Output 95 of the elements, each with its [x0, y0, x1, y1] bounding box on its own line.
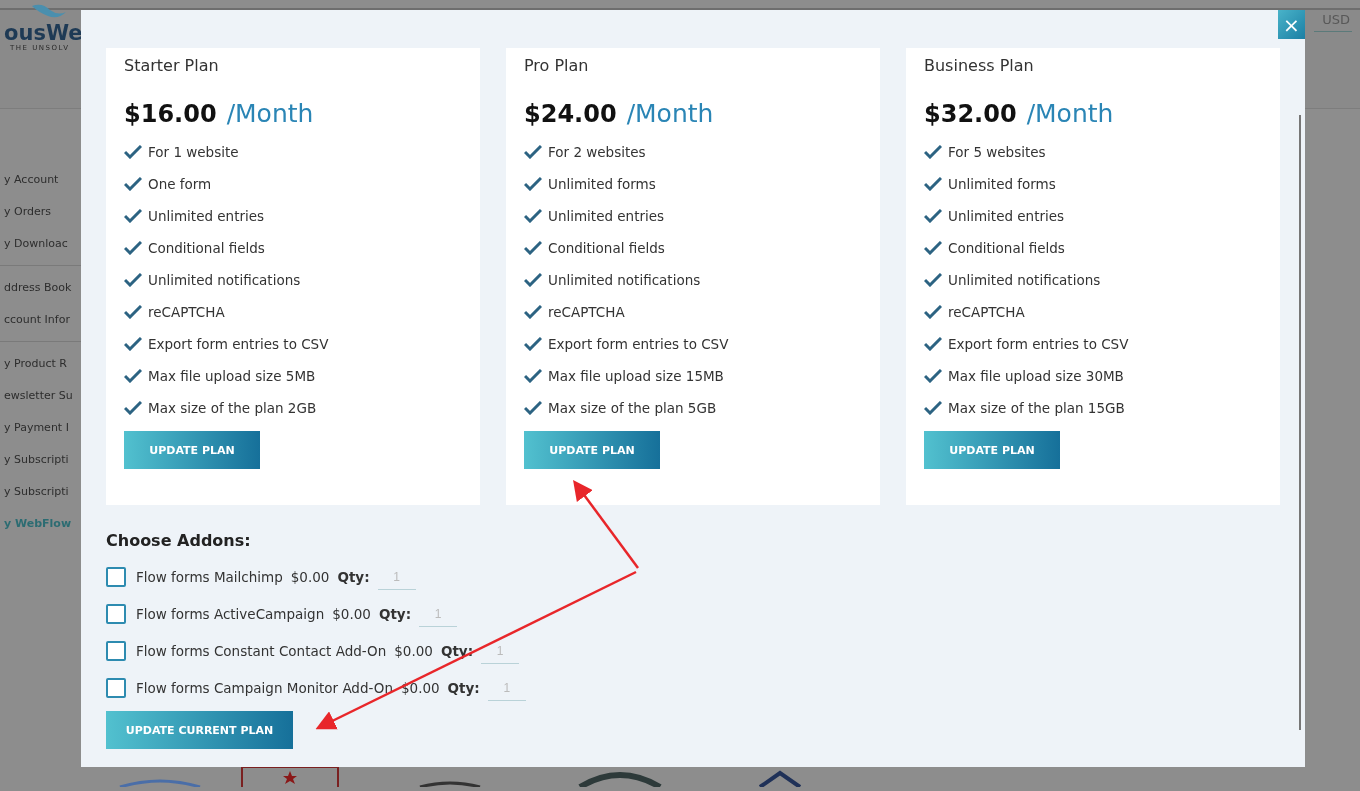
plan-price: $16.00	[124, 100, 217, 128]
update-plan-button[interactable]: UPDATE PLAN	[924, 431, 1060, 469]
feature-text: Conditional fields	[948, 239, 1065, 258]
sidebar-item[interactable]: y Product R	[4, 353, 82, 374]
addon-name: Flow forms Campaign Monitor Add-On	[136, 680, 393, 696]
check-icon	[524, 177, 542, 191]
check-icon	[924, 145, 942, 159]
addon-name: Flow forms Constant Contact Add-On	[136, 643, 387, 659]
feature-text: Export form entries to CSV	[148, 335, 329, 354]
check-icon	[924, 209, 942, 223]
check-icon	[524, 369, 542, 383]
feature-text: Unlimited notifications	[548, 271, 701, 290]
feature-text: Max size of the plan 5GB	[548, 399, 717, 418]
feature-text: Unlimited forms	[548, 175, 656, 194]
addons-heading: Choose Addons:	[106, 531, 252, 550]
check-icon	[524, 209, 542, 223]
plan-price: $24.00	[524, 100, 617, 128]
feature-text: Unlimited notifications	[948, 271, 1101, 290]
feature-text: reCAPTCHA	[548, 303, 625, 322]
sidebar-item[interactable]: ccount Infor	[4, 309, 82, 330]
check-icon	[524, 401, 542, 415]
qty-label: Qty:	[337, 569, 370, 585]
check-icon	[524, 241, 542, 255]
feature-text: Conditional fields	[548, 239, 665, 258]
sidebar-item[interactable]: y Orders	[4, 201, 82, 222]
check-icon	[924, 177, 942, 191]
plan-price: $32.00	[924, 100, 1017, 128]
logo-text: ousWe	[4, 22, 83, 44]
feature-text: Max size of the plan 15GB	[948, 399, 1125, 418]
addon-name: Flow forms Mailchimp	[136, 569, 283, 585]
feature-text: For 5 websites	[948, 143, 1046, 162]
feature-text: Max file upload size 15MB	[548, 367, 724, 386]
sidebar-item[interactable]: ewsletter Su	[4, 385, 82, 406]
check-icon	[124, 145, 142, 159]
check-icon	[524, 145, 542, 159]
close-button[interactable]: ×	[1278, 10, 1305, 39]
check-icon	[524, 337, 542, 351]
feature-text: For 1 website	[148, 143, 239, 162]
feature-text: For 2 websites	[548, 143, 646, 162]
feature-text: Max size of the plan 2GB	[148, 399, 317, 418]
qty-label: Qty:	[447, 680, 480, 696]
feature-text: Max file upload size 30MB	[948, 367, 1124, 386]
check-icon	[924, 369, 942, 383]
plan-name: Business Plan	[924, 56, 1035, 75]
check-icon	[924, 241, 942, 255]
addon-checkbox[interactable]	[106, 641, 126, 661]
check-icon	[924, 337, 942, 351]
scrollbar[interactable]	[1299, 115, 1301, 730]
feature-text: reCAPTCHA	[948, 303, 1025, 322]
feature-text: One form	[148, 175, 212, 194]
plan-name: Starter Plan	[124, 56, 220, 75]
addon-name: Flow forms ActiveCampaign	[136, 606, 325, 622]
feature-text: Unlimited entries	[948, 207, 1065, 226]
feature-text: Max file upload size 5MB	[148, 367, 316, 386]
check-icon	[124, 305, 142, 319]
addon-price: $0.00	[290, 569, 330, 585]
feature-text: Unlimited notifications	[148, 271, 301, 290]
feature-text: Export form entries to CSV	[548, 335, 729, 354]
addon-price: $0.00	[394, 643, 433, 659]
feature-text: Unlimited entries	[548, 207, 665, 226]
check-icon	[124, 337, 142, 351]
update-current-plan-button[interactable]: UPDATE CURRENT PLAN	[106, 711, 293, 749]
sidebar-item[interactable]: y Account	[4, 169, 82, 190]
check-icon	[524, 305, 542, 319]
addon-checkbox[interactable]	[106, 567, 126, 587]
update-plan-button[interactable]: UPDATE PLAN	[124, 431, 260, 469]
addon-checkbox[interactable]	[106, 678, 126, 698]
addon-checkbox[interactable]	[106, 604, 126, 624]
feature-text: Conditional fields	[148, 239, 265, 258]
feature-text: reCAPTCHA	[148, 303, 225, 322]
sidebar-item[interactable]: ddress Book	[4, 277, 82, 298]
check-icon	[124, 401, 142, 415]
billing-period: /Month	[226, 99, 314, 128]
check-icon	[924, 305, 942, 319]
check-icon	[124, 273, 142, 287]
check-icon	[124, 177, 142, 191]
qty-label: Qty:	[378, 606, 412, 622]
check-icon	[524, 273, 542, 287]
billing-period: /Month	[1026, 99, 1114, 128]
billing-period: /Month	[626, 99, 714, 128]
sidebar-item[interactable]: y Subscripti	[4, 449, 82, 470]
check-icon	[124, 369, 142, 383]
sidebar-item[interactable]: y Downloac	[4, 233, 82, 254]
addon-price: $0.00	[332, 606, 371, 622]
check-icon	[924, 273, 942, 287]
feature-text: Unlimited forms	[948, 175, 1056, 194]
feature-text: Unlimited entries	[148, 207, 265, 226]
check-icon	[924, 401, 942, 415]
sidebar-item[interactable]: y Payment I	[4, 417, 82, 438]
plan-name: Pro Plan	[524, 56, 590, 75]
feature-text: Export form entries to CSV	[948, 335, 1129, 354]
check-icon	[124, 241, 142, 255]
update-plan-button[interactable]: UPDATE PLAN	[524, 431, 660, 469]
check-icon	[124, 209, 142, 223]
sidebar-item[interactable]: y Subscripti	[4, 481, 82, 502]
